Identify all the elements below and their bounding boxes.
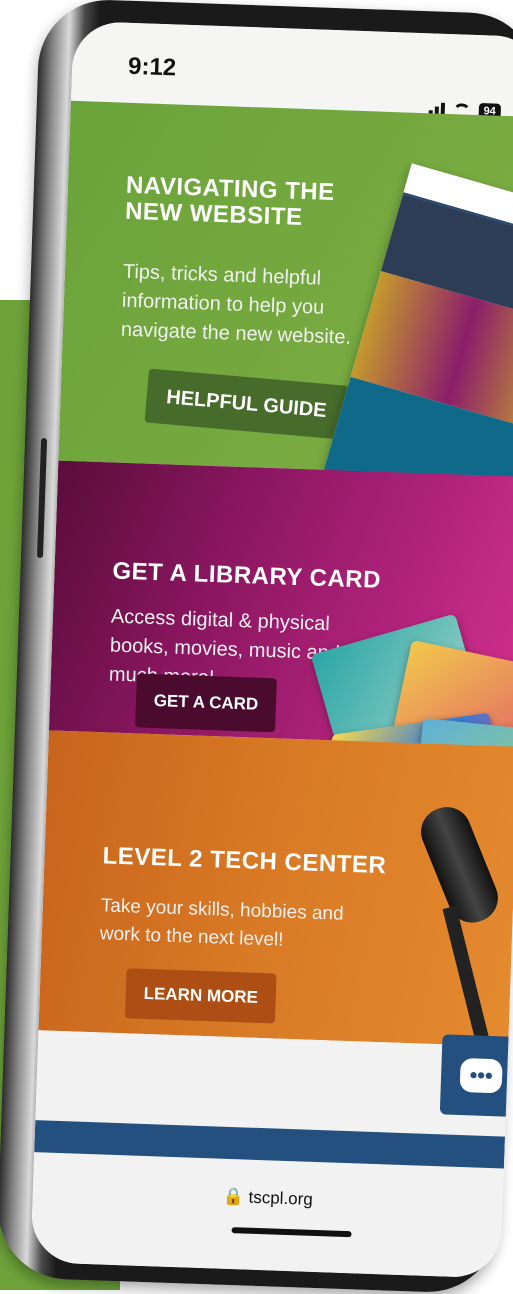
get-a-card-button[interactable]: GET A CARD <box>135 673 277 733</box>
helpful-guide-button[interactable]: HELPFUL GUIDE <box>144 368 349 440</box>
chat-button[interactable]: ••• <box>439 1034 513 1118</box>
tech-center-title: LEVEL 2 TECH CENTER <box>102 842 387 880</box>
phone-screen: 9:12 94 NAVIGATING THE NEW WEBSITE Tips,… <box>30 20 513 1279</box>
address-url: tscpl.org <box>248 1187 314 1209</box>
phone-side-button <box>36 437 48 559</box>
tech-center-description: Take your skills, hobbies and work to th… <box>99 895 344 951</box>
website-guide-section: NAVIGATING THE NEW WEBSITE Tips, tricks … <box>58 100 513 538</box>
phone-frame: 9:12 94 NAVIGATING THE NEW WEBSITE Tips,… <box>0 0 513 1294</box>
chat-icon: ••• <box>459 1057 503 1094</box>
library-card-title: GET A LIBRARY CARD <box>112 557 382 594</box>
status-time: 9:12 <box>127 52 177 82</box>
learn-more-button[interactable]: LEARN MORE <box>124 968 277 1024</box>
website-guide-description: Tips, tricks and helpful information to … <box>120 260 352 349</box>
website-guide-title: NAVIGATING THE NEW WEBSITE <box>124 171 336 232</box>
lock-icon: 🔒 <box>222 1186 245 1207</box>
